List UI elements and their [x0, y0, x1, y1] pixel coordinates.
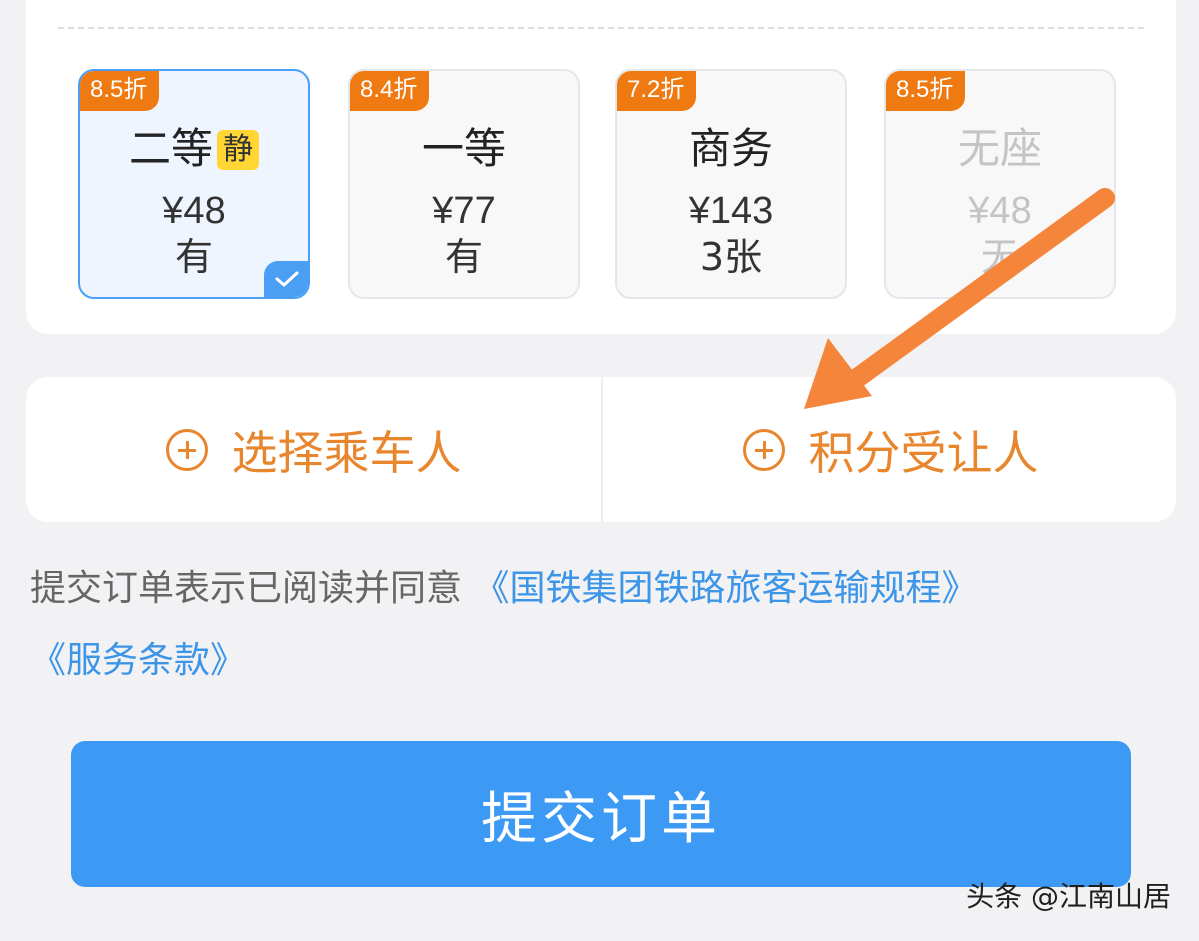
- points-beneficiary-button[interactable]: 积分受让人: [603, 377, 1178, 522]
- passenger-action-panel: 选择乘车人 积分受让人: [26, 377, 1176, 522]
- seat-option-first-class[interactable]: 8.4折 一等 ¥77 有: [348, 69, 580, 299]
- seat-option-second-class[interactable]: 8.5折 二等静 ¥48 有: [78, 69, 310, 299]
- select-passenger-button[interactable]: 选择乘车人: [26, 377, 601, 522]
- seat-price: ¥48: [162, 190, 226, 232]
- discount-badge: 8.5折: [80, 71, 160, 111]
- discount-badge: 8.4折: [350, 71, 430, 111]
- service-terms-link[interactable]: 《服务条款》: [30, 640, 246, 681]
- transport-rules-link[interactable]: 《国铁集团铁路旅客运输规程》: [473, 568, 977, 609]
- select-passenger-label: 选择乘车人: [231, 425, 462, 480]
- seat-option-standing[interactable]: 8.5折 无座 ¥48 无: [884, 69, 1116, 299]
- seat-name: 一等: [421, 124, 506, 173]
- seat-price: ¥143: [688, 190, 774, 232]
- watermark: 头条 @江南山居: [966, 880, 1171, 913]
- seat-availability: 有: [444, 235, 483, 279]
- seat-price: ¥77: [432, 190, 496, 232]
- seat-name: 二等静: [80, 123, 308, 175]
- seat-name: 商务: [688, 124, 773, 173]
- points-beneficiary-label: 积分受让人: [808, 425, 1039, 480]
- submit-order-button[interactable]: 提交订单: [71, 741, 1131, 887]
- seat-type-panel: 8.5折 二等静 ¥48 有 8.4折 一等 ¥77 有 7.2折 商务 ¥14…: [26, 0, 1176, 334]
- discount-badge: 7.2折: [617, 71, 697, 111]
- seat-option-business-class[interactable]: 7.2折 商务 ¥143 3张: [615, 69, 847, 299]
- seat-availability: 无: [980, 235, 1019, 279]
- agreement-prefix: 提交订单表示已阅读并同意: [30, 568, 463, 609]
- plus-circle-icon: [742, 428, 785, 471]
- seat-availability: 3张: [699, 235, 763, 279]
- agreement-text: 提交订单表示已阅读并同意 《国铁集团铁路旅客运输规程》《服务条款》: [30, 553, 1160, 697]
- seat-price: ¥48: [968, 190, 1032, 232]
- discount-badge: 8.5折: [886, 71, 966, 111]
- quiet-carriage-tag: 静: [217, 130, 259, 170]
- seat-name: 无座: [957, 124, 1042, 173]
- dashed-divider: [58, 27, 1144, 29]
- plus-circle-icon: [165, 428, 208, 471]
- checkmark-icon: [264, 261, 308, 297]
